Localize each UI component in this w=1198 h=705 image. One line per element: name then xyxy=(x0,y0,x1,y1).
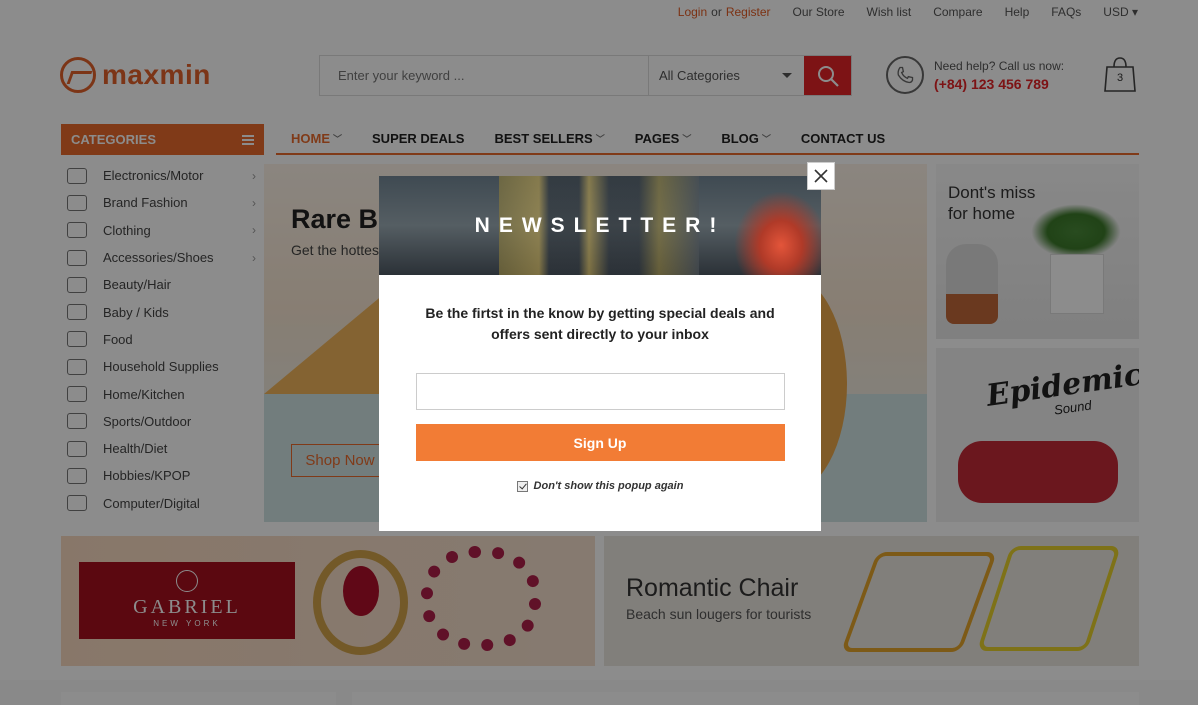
newsletter-header: NEWSLETTER! xyxy=(379,176,821,275)
newsletter-text: Be the firtst in the know by getting spe… xyxy=(425,305,775,342)
email-field[interactable] xyxy=(415,373,785,410)
dont-show-again[interactable]: Don't show this popup again xyxy=(379,480,821,492)
dont-show-label: Don't show this popup again xyxy=(533,480,684,492)
close-icon xyxy=(814,169,828,183)
sign-up-button[interactable]: Sign Up xyxy=(415,424,785,461)
newsletter-modal: NEWSLETTER! Be the firtst in the know by… xyxy=(379,176,821,531)
newsletter-title: NEWSLETTER! xyxy=(474,214,726,237)
close-button[interactable] xyxy=(807,162,835,190)
dont-show-checkbox[interactable] xyxy=(516,480,528,492)
